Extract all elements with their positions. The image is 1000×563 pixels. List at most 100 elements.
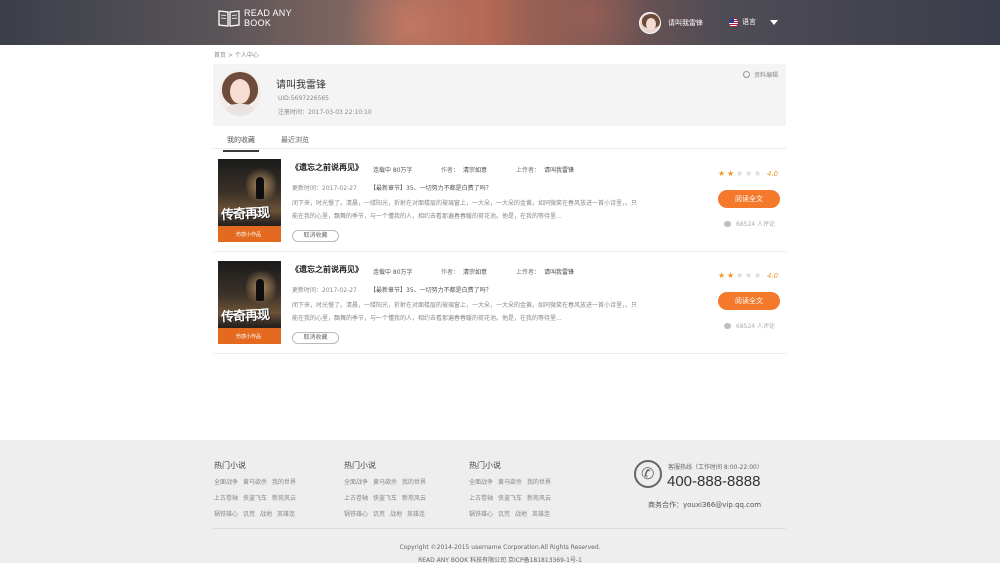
cover-title-art: 传奇再现 <box>220 307 270 326</box>
star-icon: ★ <box>745 169 753 178</box>
icp-license: READ ANY BOOK 科技有限公司 京ICP备181813369-1号-1 <box>418 557 582 563</box>
footer-link[interactable]: 英雄连 <box>277 509 295 518</box>
comment-count[interactable]: 68524 人评论 <box>724 219 775 228</box>
uploader-name[interactable]: 请叫我雷锋 <box>544 269 574 276</box>
rating-stars: ★ ★ ★ ★ ★ <box>718 272 763 280</box>
read-full-button[interactable]: 阅读全文 <box>718 190 780 208</box>
star-icon: ★ <box>736 271 744 280</box>
book-cover[interactable]: 传奇再现 伤感小作品 <box>218 159 281 242</box>
cover-band-text: 伤感小作品 <box>236 232 262 238</box>
tab-bar: 我的收藏 最近浏览 <box>213 131 786 152</box>
cover-band-text: 伤感小作品 <box>236 334 262 340</box>
footer-column-title: 热门小说 <box>469 461 501 470</box>
cancel-favorite-button[interactable]: 取消收藏 <box>292 332 339 344</box>
uploader-label: 上传者： <box>516 167 541 174</box>
footer-link[interactable]: 黄马欲杀 <box>243 477 267 486</box>
footer-link[interactable]: 上古卷轴 <box>344 493 368 502</box>
footer-link[interactable]: 英雄连 <box>407 509 425 518</box>
star-icon: ★ <box>754 271 762 280</box>
rating-value: 4.0 <box>767 170 779 178</box>
footer-link[interactable]: 侠盗飞车 <box>243 493 267 502</box>
footer-column: 热门小说 全面战争 黄马欲杀 我的世界 上古卷轴 侠盗飞车 新苑风云 锅铁雄心 饥荒 战地 英雄连 <box>469 460 556 525</box>
footer-link[interactable]: 我的世界 <box>527 477 551 486</box>
book-uploader: 上传者： 请叫我雷锋 <box>516 267 574 276</box>
footer-column-title: 热门小说 <box>344 461 376 470</box>
footer-link[interactable]: 战地 <box>260 509 272 518</box>
footer-link[interactable]: 饥荒 <box>243 509 255 518</box>
star-icon: ★ <box>754 169 762 178</box>
read-full-button[interactable]: 阅读全文 <box>718 292 780 310</box>
book-uploader: 上传者： 请叫我雷锋 <box>516 165 574 174</box>
comment-count[interactable]: 68524 人评论 <box>724 321 775 330</box>
footer-link[interactable]: 我的世界 <box>272 477 296 486</box>
star-icon: ★ <box>727 271 735 280</box>
hotline-number: 400-888-8888 <box>667 473 761 490</box>
cover-title-art: 传奇再现 <box>220 205 270 224</box>
footer-link[interactable]: 全面战争 <box>344 477 368 486</box>
star-icon: ★ <box>745 271 753 280</box>
book-latest-chapter[interactable]: 【最新章节】35、一切努力不都是白费了吗？ <box>370 183 492 192</box>
header-username[interactable]: 请叫我雷锋 <box>668 18 703 28</box>
footer-link[interactable]: 新苑风云 <box>402 493 426 502</box>
footer-link[interactable]: 英雄连 <box>532 509 550 518</box>
copyright: Copyright ©2014-2015 username Corporatio… <box>399 544 601 551</box>
comment-count-text: 68524 人评论 <box>736 221 775 228</box>
footer-link[interactable]: 黄马欲杀 <box>498 477 522 486</box>
footer-link[interactable]: 新苑风云 <box>272 493 296 502</box>
star-icon: ★ <box>727 169 735 178</box>
book-cover[interactable]: 传奇再现 伤感小作品 <box>218 261 281 344</box>
footer-link[interactable]: 锅铁雄心 <box>344 509 368 518</box>
book-title[interactable]: 《遗忘之前说再见》 <box>291 162 363 173</box>
book-title[interactable]: 《遗忘之前说再见》 <box>291 264 363 275</box>
footer-link[interactable]: 全面战争 <box>469 477 493 486</box>
footer-link[interactable]: 上古卷轴 <box>214 493 238 502</box>
footer-column-title: 热门小说 <box>214 461 246 470</box>
footer-link-row: 锅铁雄心 饥荒 战地 英雄连 <box>344 509 431 518</box>
avatar[interactable] <box>639 12 661 34</box>
header-user-menu[interactable]: 请叫我雷锋 <box>639 12 703 34</box>
language-selector[interactable]: 语言 <box>729 17 778 27</box>
chevron-down-icon[interactable] <box>770 19 778 25</box>
author-name[interactable]: 清宗如意 <box>463 269 487 276</box>
edit-profile-button[interactable]: 资料编辑 <box>742 70 778 79</box>
business-contact: 商务合作：youxi366@vip.qq.com <box>648 501 762 509</box>
footer-link[interactable]: 上古卷轴 <box>469 493 493 502</box>
footer-link[interactable]: 战地 <box>515 509 527 518</box>
tab-favorites[interactable]: 我的收藏 <box>223 135 259 152</box>
book-item: 传奇再现 伤感小作品 《遗忘之前说再见》 连载中 80万字 作者： 清宗如意 上传… <box>213 155 786 252</box>
footer-link[interactable]: 饥荒 <box>373 509 385 518</box>
logo-line1: READ ANY <box>244 8 292 18</box>
footer-link[interactable]: 锅铁雄心 <box>469 509 493 518</box>
footer-link[interactable]: 全面战争 <box>214 477 238 486</box>
logo-text: READ ANY BOOK <box>244 8 292 28</box>
footer-link[interactable]: 侠盗飞车 <box>498 493 522 502</box>
footer-link[interactable]: 锅铁雄心 <box>214 509 238 518</box>
star-icon: ★ <box>718 271 726 280</box>
breadcrumb[interactable]: 首页 > 个人中心 <box>214 50 259 59</box>
phone-icon <box>634 460 662 488</box>
footer-link-row: 全面战争 黄马欲杀 我的世界 <box>344 477 431 486</box>
footer-link[interactable]: 我的世界 <box>402 477 426 486</box>
book-latest-chapter[interactable]: 【最新章节】35、一切努力不都是白费了吗？ <box>370 285 492 294</box>
author-name[interactable]: 清宗如意 <box>463 167 487 174</box>
footer-link[interactable]: 战地 <box>390 509 402 518</box>
uploader-name[interactable]: 请叫我雷锋 <box>544 167 574 174</box>
footer-link-row: 上古卷轴 侠盗飞车 新苑风云 <box>469 493 556 502</box>
book-status: 连载中 80万字 <box>373 167 413 174</box>
comment-icon <box>724 220 731 227</box>
comment-icon <box>724 322 731 329</box>
footer-link[interactable]: 侠盗飞车 <box>373 493 397 502</box>
book-logo-icon <box>218 10 240 27</box>
site-logo[interactable]: READ ANY BOOK <box>218 8 292 28</box>
tab-recent[interactable]: 最近浏览 <box>281 135 309 150</box>
footer-link[interactable]: 黄马欲杀 <box>373 477 397 486</box>
footer-link[interactable]: 饥荒 <box>498 509 510 518</box>
footer-link[interactable]: 新苑风云 <box>527 493 551 502</box>
profile-uid: UID:5697226565 <box>278 95 329 102</box>
flag-icon <box>729 17 738 27</box>
book-author: 作者： 清宗如意 <box>441 267 487 276</box>
footer-link-row: 锅铁雄心 饥荒 战地 英雄连 <box>469 509 556 518</box>
author-label: 作者： <box>441 269 460 276</box>
cancel-favorite-button[interactable]: 取消收藏 <box>292 230 339 242</box>
book-update-time: 更新时间：2017-02-27 <box>292 185 357 192</box>
